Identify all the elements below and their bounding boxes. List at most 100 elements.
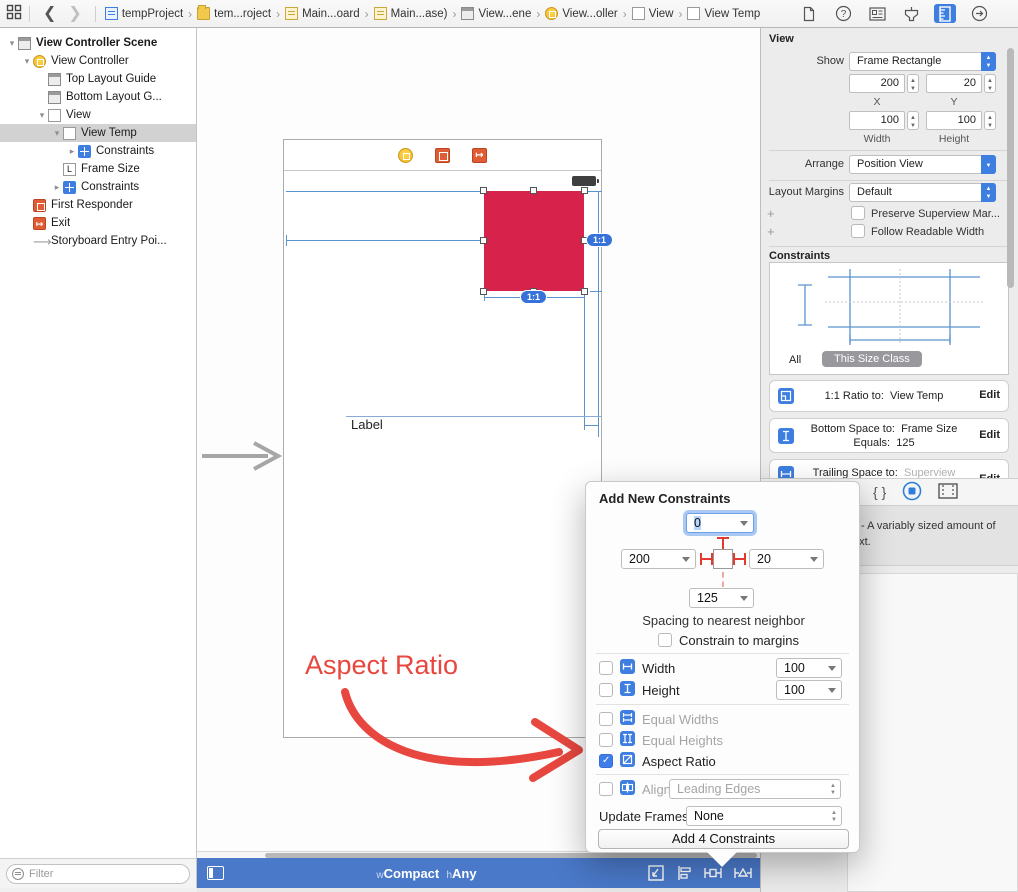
aspect-ratio-row[interactable]: Aspect Ratio — [599, 752, 716, 769]
outline-item-top-layout-guide[interactable]: Top Layout Guide — [0, 70, 196, 88]
outline-item-exit[interactable]: ↦ Exit — [0, 214, 196, 232]
ratio-badge-right[interactable]: 1:1 — [586, 233, 614, 247]
outline-item-bottom-layout-guide[interactable]: Bottom Layout G... — [0, 88, 196, 106]
constrain-margins-checkbox[interactable] — [658, 633, 672, 647]
breadcrumb-item-viewcontroller[interactable]: View...oller — [545, 7, 618, 20]
filter-input[interactable] — [29, 867, 189, 880]
breadcrumb-item-viewtemp[interactable]: View Temp — [687, 7, 760, 20]
edit-button[interactable]: Edit — [979, 389, 1000, 401]
x-stepper[interactable]: ▲ ▼ — [907, 74, 919, 93]
outline-item-view-temp[interactable]: ▾ View Temp — [0, 124, 196, 142]
attributes-inspector-icon[interactable] — [900, 4, 922, 23]
width-row[interactable]: Width — [599, 659, 675, 676]
view-controller-icon[interactable] — [398, 147, 413, 163]
resize-handle[interactable] — [581, 288, 588, 295]
resize-handle[interactable] — [530, 187, 537, 194]
forward-button[interactable]: ❯ — [62, 1, 87, 27]
connections-inspector-icon[interactable] — [968, 4, 990, 23]
equal-widths-row[interactable]: Equal Widths — [599, 710, 719, 727]
file-inspector-icon[interactable] — [798, 4, 820, 23]
layout-margins-popup[interactable]: Default ▲ ▼ — [849, 183, 996, 202]
breadcrumb-item-base[interactable]: Main...ase) — [373, 7, 447, 20]
width-checkbox[interactable] — [599, 661, 613, 675]
width-value-combo[interactable]: 100 — [776, 658, 842, 678]
resize-handle[interactable] — [480, 288, 487, 295]
selected-red-view[interactable] — [480, 187, 588, 295]
height-field[interactable]: 100 — [926, 111, 982, 130]
disclosure-open-icon[interactable]: ▾ — [51, 128, 63, 139]
outline-item-view[interactable]: ▾ View — [0, 106, 196, 124]
top-spacing-combo[interactable]: 0 — [686, 513, 754, 533]
x-field[interactable]: 200 — [849, 74, 905, 93]
resolve-issues-button-icon[interactable] — [733, 864, 753, 885]
show-popup[interactable]: Frame Rectangle ▲ ▼ — [849, 52, 996, 71]
quick-help-icon[interactable]: ? — [832, 4, 854, 23]
outline-item-scene[interactable]: ▾ View Controller Scene — [0, 34, 196, 52]
code-snippet-library-icon[interactable]: { } — [873, 484, 886, 500]
height-stepper[interactable]: ▲ ▼ — [984, 111, 996, 130]
y-stepper[interactable]: ▲ ▼ — [984, 74, 996, 93]
outline-item-constraints-2[interactable]: ▸ Constraints — [0, 178, 196, 196]
align-button-icon[interactable] — [675, 864, 693, 885]
ratio-badge-bottom[interactable]: 1:1 — [520, 290, 548, 304]
stack-button-icon[interactable] — [647, 864, 665, 885]
exit-icon[interactable]: ↦ — [472, 147, 487, 163]
constraint-card-bottom-space[interactable]: Bottom Space to: Frame Size Equals: 125 … — [769, 418, 1009, 453]
breadcrumb-item-folder[interactable]: tem...roject — [197, 5, 271, 20]
disclosure-closed-icon[interactable]: ▸ — [51, 182, 63, 193]
equal-heights-row[interactable]: Equal Heights — [599, 731, 723, 748]
height-checkbox[interactable] — [599, 683, 613, 697]
resize-handle[interactable] — [480, 187, 487, 194]
align-row[interactable]: Align — [599, 780, 671, 797]
segment-all[interactable]: All — [789, 354, 801, 366]
equal-heights-checkbox[interactable] — [599, 733, 613, 747]
arrange-popup[interactable]: Position View ▼ — [849, 155, 996, 174]
inspector-scrollbar[interactable] — [1007, 48, 1014, 288]
first-responder-icon[interactable] — [435, 147, 450, 163]
filter-field[interactable] — [6, 863, 190, 884]
back-button[interactable]: ❮ — [37, 1, 62, 27]
breadcrumb-item-project[interactable]: tempProject — [104, 7, 183, 20]
outline-item-view-controller[interactable]: ▾ View Controller — [0, 52, 196, 70]
breadcrumb-item-scene[interactable]: View...ene — [461, 7, 531, 20]
size-inspector-icon[interactable] — [934, 4, 956, 23]
outline-item-first-responder[interactable]: First Responder — [0, 196, 196, 214]
resize-handle[interactable] — [480, 237, 487, 244]
trailing-spacing-combo[interactable]: 20 — [749, 549, 824, 569]
preserve-superview-checkbox[interactable] — [851, 206, 865, 220]
constraint-card-ratio[interactable]: 1:1 Ratio to: View Temp Edit — [769, 380, 1009, 412]
height-value-combo[interactable]: 100 — [776, 680, 842, 700]
align-checkbox[interactable] — [599, 782, 613, 796]
object-library-icon[interactable] — [902, 481, 922, 504]
readable-width-checkbox[interactable] — [851, 224, 865, 238]
align-popup[interactable]: Leading Edges ▲ ▼ — [669, 779, 841, 799]
pin-button-icon[interactable] — [703, 864, 723, 885]
bottom-beam-dashed[interactable] — [722, 572, 724, 587]
edit-button[interactable]: Edit — [979, 429, 1000, 441]
identity-inspector-icon[interactable] — [866, 4, 888, 23]
resize-handle[interactable] — [581, 187, 588, 194]
aspect-ratio-checkbox[interactable] — [599, 754, 613, 768]
width-stepper[interactable]: ▲ ▼ — [907, 111, 919, 130]
height-row[interactable]: Height — [599, 681, 680, 698]
disclosure-open-icon[interactable]: ▾ — [36, 110, 48, 121]
outline-item-frame-size[interactable]: L Frame Size — [0, 160, 196, 178]
leading-spacing-combo[interactable]: 200 — [621, 549, 696, 569]
related-items-icon[interactable] — [6, 4, 22, 23]
breadcrumb-item-storyboard[interactable]: Main...oard — [285, 7, 360, 20]
bottom-spacing-combo[interactable]: 125 — [689, 588, 754, 608]
size-class-control[interactable]: wCompact hAny — [197, 866, 656, 881]
canvas-label[interactable]: Label — [351, 417, 383, 432]
segment-this-size-class[interactable]: This Size Class — [822, 351, 922, 367]
y-field[interactable]: 20 — [926, 74, 982, 93]
constrain-to-margins-row[interactable]: Constrain to margins — [658, 632, 799, 648]
disclosure-open-icon[interactable]: ▾ — [21, 56, 33, 67]
outline-item-constraints-1[interactable]: ▸ Constraints — [0, 142, 196, 160]
disclosure-closed-icon[interactable]: ▸ — [66, 146, 78, 157]
equal-widths-checkbox[interactable] — [599, 712, 613, 726]
add-constraints-button[interactable]: Add 4 Constraints — [598, 829, 849, 849]
view-controller-frame[interactable]: ↦ 1:1 1:1 Label — [283, 139, 614, 738]
outline-item-entry-point[interactable]: ⟶ Storyboard Entry Poi... — [0, 232, 196, 250]
width-field[interactable]: 100 — [849, 111, 905, 130]
breadcrumb-item-view[interactable]: View — [631, 7, 673, 20]
